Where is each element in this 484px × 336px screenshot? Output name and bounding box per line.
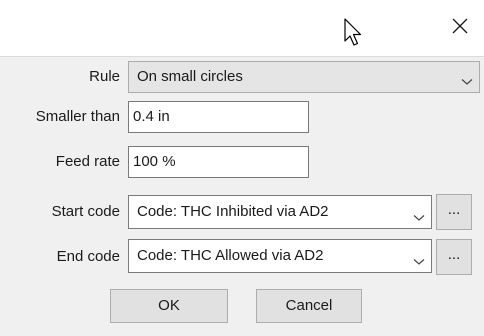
end-code-browse-button[interactable]: ... (436, 239, 472, 275)
cancel-button[interactable]: Cancel (256, 289, 362, 323)
feed-rate-input[interactable]: 100 % (128, 146, 309, 178)
rule-dropdown[interactable]: On small circles (128, 61, 480, 93)
smaller-than-label: Smaller than (35, 108, 120, 125)
chevron-down-icon (413, 209, 425, 226)
close-button[interactable] (436, 0, 484, 56)
smaller-than-value: 0.4 in (133, 108, 170, 125)
start-code-dropdown[interactable]: Code: THC Inhibited via AD2 (128, 195, 432, 229)
end-code-dropdown[interactable]: Code: THC Allowed via AD2 (128, 239, 432, 273)
start-code-browse-button[interactable]: ... (436, 194, 472, 230)
feed-rate-value: 100 % (133, 153, 176, 170)
smaller-than-input[interactable]: 0.4 in (128, 101, 309, 133)
end-code-value: Code: THC Allowed via AD2 (137, 247, 324, 264)
end-code-label: End code (56, 248, 120, 265)
dialog-body: Rule On small circles Smaller than 0.4 i… (0, 56, 484, 336)
title-bar (0, 0, 484, 56)
chevron-down-icon (461, 73, 473, 90)
start-code-label: Start code (51, 203, 120, 220)
start-code-value: Code: THC Inhibited via AD2 (137, 203, 329, 220)
mouse-pointer-icon (343, 17, 365, 51)
rule-label: Rule (89, 68, 120, 85)
close-icon (452, 18, 468, 38)
rule-value: On small circles (137, 68, 243, 85)
ok-button[interactable]: OK (110, 289, 228, 323)
chevron-down-icon (413, 253, 425, 270)
feed-rate-label: Feed rate (55, 153, 120, 170)
